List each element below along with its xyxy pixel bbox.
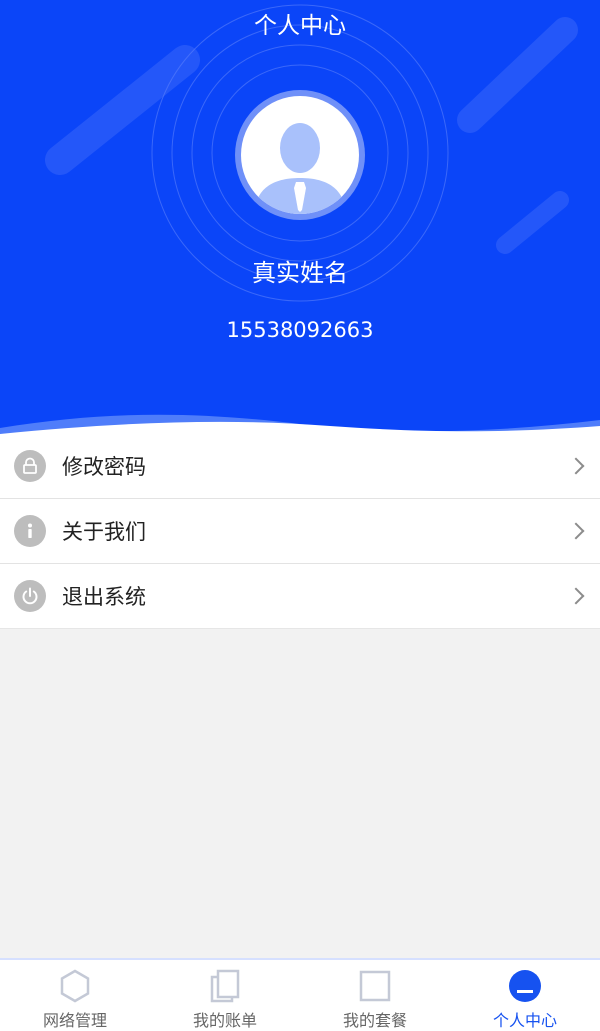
tab-my-bills[interactable]: 我的账单 <box>150 960 300 1031</box>
chevron-right-icon <box>567 587 585 605</box>
menu-item-logout[interactable]: 退出系统 <box>0 564 600 629</box>
hexagon-icon <box>57 968 93 1003</box>
tab-label: 网络管理 <box>42 1011 107 1030</box>
profile-header: 个人中心 真实姓名 15538092663 <box>0 0 600 440</box>
chevron-right-icon <box>567 457 585 475</box>
bottom-tab-bar: 网络管理 我的账单 我的套餐 个人中心 <box>0 958 600 1031</box>
menu-item-label: 退出系统 <box>62 585 146 609</box>
power-icon <box>14 580 46 612</box>
user-avatar-icon <box>254 123 346 214</box>
menu-item-label: 修改密码 <box>62 455 146 479</box>
page-title: 个人中心 <box>254 13 346 39</box>
settings-menu: 修改密码 关于我们 退出系统 <box>0 434 600 629</box>
documents-icon <box>207 968 243 1003</box>
tab-label: 我的套餐 <box>342 1011 407 1030</box>
tab-network-management[interactable]: 网络管理 <box>0 960 150 1031</box>
tab-label: 我的账单 <box>192 1011 257 1030</box>
avatar[interactable] <box>235 90 365 220</box>
menu-item-change-password[interactable]: 修改密码 <box>0 434 600 499</box>
tab-my-plans[interactable]: 我的套餐 <box>300 960 450 1031</box>
tab-personal-center[interactable]: 个人中心 <box>450 960 600 1031</box>
user-name: 真实姓名 <box>252 259 348 287</box>
menu-item-about-us[interactable]: 关于我们 <box>0 499 600 564</box>
header-background <box>0 4 600 440</box>
tab-label: 个人中心 <box>492 1011 557 1030</box>
square-icon <box>357 968 393 1003</box>
info-icon <box>14 515 46 547</box>
chevron-right-icon <box>567 522 585 540</box>
user-phone: 15538092663 <box>226 318 374 342</box>
person-icon <box>507 968 543 1003</box>
menu-item-label: 关于我们 <box>62 520 146 544</box>
lock-icon <box>14 450 46 482</box>
